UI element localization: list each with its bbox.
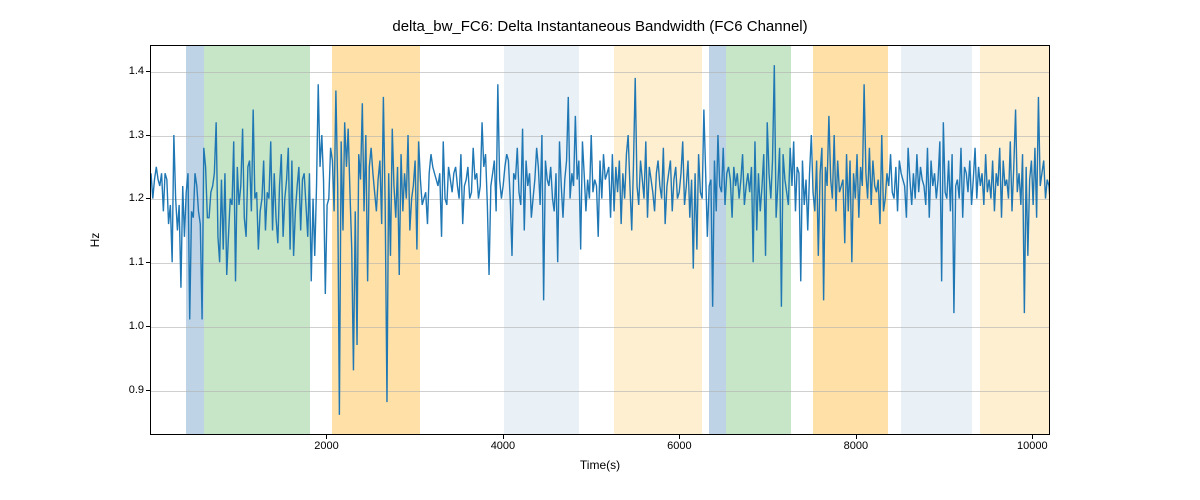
y-axis-label: Hz — [88, 233, 102, 248]
x-axis-label: Time(s) — [580, 458, 620, 472]
y-tick-label: 1.2 — [104, 192, 144, 204]
y-tick-label: 1.1 — [104, 256, 144, 268]
x-tick-label: 8000 — [831, 440, 881, 452]
y-tick-label: 1.0 — [104, 320, 144, 332]
x-tick-label: 6000 — [654, 440, 704, 452]
y-tick-label: 0.9 — [104, 384, 144, 396]
x-tick-label: 10000 — [1007, 440, 1057, 452]
chart: delta_bw_FC6: Delta Instantaneous Bandwi… — [0, 0, 1200, 500]
series-line — [151, 46, 1049, 434]
y-tick-label: 1.4 — [104, 65, 144, 77]
chart-title: delta_bw_FC6: Delta Instantaneous Bandwi… — [0, 18, 1200, 35]
y-tick-label: 1.3 — [104, 129, 144, 141]
x-tick-label: 2000 — [301, 440, 351, 452]
plot-area — [150, 45, 1050, 435]
x-tick-label: 4000 — [478, 440, 528, 452]
